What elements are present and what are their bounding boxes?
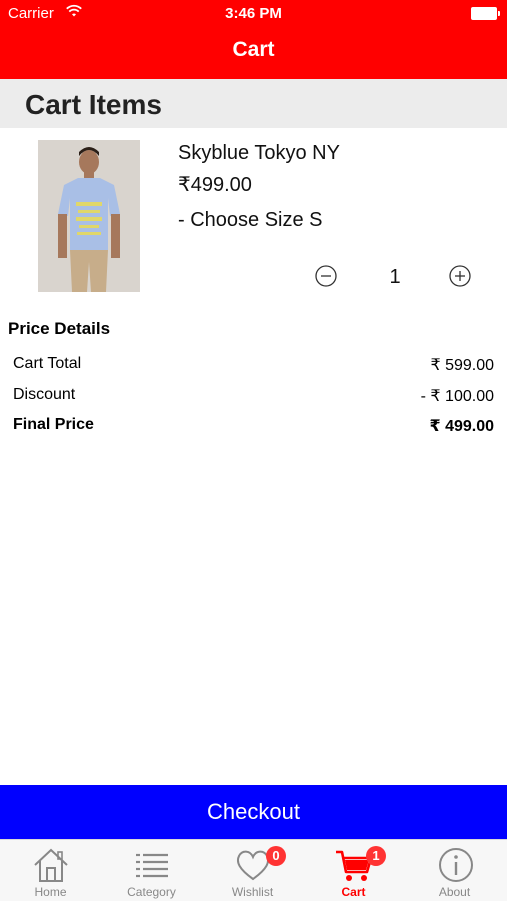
tab-label: Wishlist xyxy=(231,885,274,899)
price-row-discount: Discount - ₹ 100.00 xyxy=(13,386,494,410)
tab-category[interactable]: Category xyxy=(101,840,202,901)
quantity-value: 1 xyxy=(389,266,401,288)
price-row-label: Final Price xyxy=(13,416,94,433)
price-row-final-price: Final Price ₹ 499.00 xyxy=(13,416,494,440)
price-details-title: Price Details xyxy=(8,319,111,338)
tab-label: Cart xyxy=(341,885,366,899)
top-header: Carrier 3:46 PM Cart xyxy=(0,0,507,79)
size-selector[interactable]: - Choose Size S xyxy=(178,209,323,232)
tab-home[interactable]: Home xyxy=(0,840,101,901)
tab-bar: Home Category 0 Wishlist 1 Cart About xyxy=(0,839,507,901)
product-image[interactable] xyxy=(38,140,140,292)
product-name[interactable]: Skyblue Tokyo NY xyxy=(178,142,340,165)
product-photo-icon xyxy=(38,140,140,292)
product-price: ₹499.00 xyxy=(178,174,252,196)
section-header: Cart Items xyxy=(0,79,507,128)
tab-label: Category xyxy=(127,885,176,899)
nav-title: Cart xyxy=(232,38,275,61)
checkout-button[interactable]: Checkout xyxy=(0,785,507,839)
battery-icon xyxy=(471,7,500,20)
price-row-value: ₹ 599.00 xyxy=(430,357,494,374)
price-row-cart-total: Cart Total ₹ 599.00 xyxy=(13,355,494,379)
tab-cart[interactable]: 1 Cart xyxy=(303,840,404,901)
price-row-value: - ₹ 100.00 xyxy=(420,388,494,405)
price-row-label: Discount xyxy=(13,386,76,403)
cart-badge: 1 xyxy=(366,846,386,866)
price-row-value: ₹ 499.00 xyxy=(429,418,494,435)
status-time: 3:46 PM xyxy=(225,5,282,22)
section-title: Cart Items xyxy=(25,89,162,120)
price-row-label: Cart Total xyxy=(13,355,82,372)
status-bar: Carrier 3:46 PM xyxy=(0,0,507,28)
tab-label: Home xyxy=(34,885,67,899)
info-icon xyxy=(438,848,473,882)
wishlist-badge: 0 xyxy=(266,846,286,866)
tab-label: About xyxy=(438,885,471,899)
tab-about[interactable]: About xyxy=(404,840,507,901)
home-icon xyxy=(33,848,68,882)
decrease-quantity-icon[interactable] xyxy=(315,265,337,287)
increase-quantity-icon[interactable] xyxy=(449,265,471,287)
list-icon xyxy=(135,853,168,878)
tab-wishlist[interactable]: 0 Wishlist xyxy=(202,840,303,901)
